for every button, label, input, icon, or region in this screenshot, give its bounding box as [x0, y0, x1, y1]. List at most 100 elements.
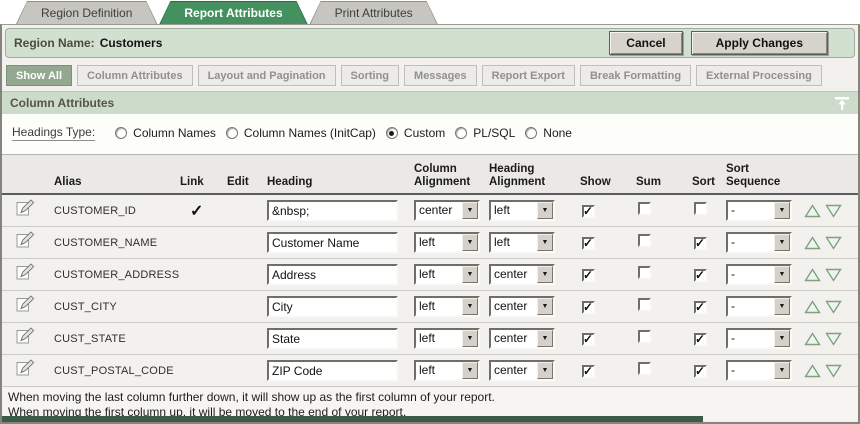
- filter-messages[interactable]: Messages: [404, 65, 477, 86]
- filter-layout-and-pagination[interactable]: Layout and Pagination: [198, 65, 336, 86]
- heading-input[interactable]: [267, 296, 398, 317]
- heading-alignment-select[interactable]: left▼: [489, 232, 555, 253]
- sort-sequence-select[interactable]: -▼: [726, 200, 792, 221]
- move-up-icon[interactable]: [804, 364, 821, 378]
- tab-report-attributes[interactable]: Report Attributes: [159, 1, 307, 24]
- move-up-icon[interactable]: [804, 236, 821, 250]
- alias-label: CUSTOMER_ID: [54, 205, 180, 217]
- show-checkbox[interactable]: [582, 333, 595, 346]
- cancel-button[interactable]: Cancel: [609, 31, 682, 55]
- radio-plsql[interactable]: [455, 127, 467, 139]
- radio-none[interactable]: [525, 127, 537, 139]
- show-checkbox[interactable]: [582, 269, 595, 282]
- heading-input[interactable]: [267, 200, 398, 221]
- table-row: CUST_CITY left▼ center▼ -▼: [2, 291, 858, 323]
- sort-checkbox[interactable]: [694, 237, 707, 250]
- heading-input[interactable]: [267, 328, 398, 349]
- header-sort: Sort: [680, 176, 726, 189]
- filter-external-processing[interactable]: External Processing: [696, 65, 822, 86]
- sort-checkbox[interactable]: [694, 365, 707, 378]
- heading-alignment-select[interactable]: center▼: [489, 360, 555, 381]
- sort-sequence-select[interactable]: -▼: [726, 360, 792, 381]
- radio-column-names[interactable]: [115, 127, 127, 139]
- dropdown-arrow-icon: ▼: [537, 266, 553, 283]
- heading-alignment-select[interactable]: center▼: [489, 264, 555, 285]
- move-up-icon[interactable]: [804, 268, 821, 282]
- sum-checkbox[interactable]: [638, 234, 651, 247]
- sort-sequence-select[interactable]: -▼: [726, 328, 792, 349]
- column-alignment-select[interactable]: left▼: [414, 232, 480, 253]
- sort-sequence-select[interactable]: -▼: [726, 232, 792, 253]
- sort-sequence-select[interactable]: -▼: [726, 264, 792, 285]
- heading-input[interactable]: [267, 264, 398, 285]
- column-alignment-select[interactable]: left▼: [414, 264, 480, 285]
- heading-alignment-select[interactable]: left▼: [489, 200, 555, 221]
- move-down-icon[interactable]: [825, 268, 842, 282]
- scroll-to-top-icon[interactable]: [834, 96, 850, 111]
- dropdown-arrow-icon: ▼: [537, 362, 553, 379]
- sort-checkbox[interactable]: [694, 333, 707, 346]
- filter-show-all[interactable]: Show All: [6, 65, 72, 86]
- header-column-alignment: ColumnAlignment: [414, 163, 489, 189]
- filter-column-attributes[interactable]: Column Attributes: [77, 65, 193, 86]
- move-up-icon[interactable]: [804, 332, 821, 346]
- heading-input[interactable]: [267, 360, 398, 381]
- tab-region-definition[interactable]: Region Definition: [16, 1, 157, 24]
- radio-label: PL/SQL: [473, 126, 515, 140]
- sum-checkbox[interactable]: [638, 362, 651, 375]
- apply-changes-button[interactable]: Apply Changes: [691, 31, 828, 55]
- sum-checkbox[interactable]: [638, 202, 651, 215]
- edit-column-icon[interactable]: [16, 199, 35, 217]
- tab-label: Print Attributes: [311, 2, 437, 24]
- heading-alignment-select[interactable]: center▼: [489, 328, 555, 349]
- dropdown-arrow-icon: ▼: [774, 330, 790, 347]
- move-down-icon[interactable]: [825, 332, 842, 346]
- move-up-icon[interactable]: [804, 204, 821, 218]
- region-name-label: Region Name:: [14, 36, 95, 50]
- radio-label: Custom: [404, 126, 445, 140]
- dropdown-arrow-icon: ▼: [774, 234, 790, 251]
- move-down-icon[interactable]: [825, 236, 842, 250]
- radio-label: Column Names (InitCap): [244, 126, 376, 140]
- dropdown-arrow-icon: ▼: [537, 202, 553, 219]
- link-checkmark-icon: [180, 201, 203, 221]
- sum-checkbox[interactable]: [638, 298, 651, 311]
- move-down-icon[interactable]: [825, 300, 842, 314]
- filter-break-formatting[interactable]: Break Formatting: [580, 65, 691, 86]
- headings-type-label[interactable]: Headings Type:: [12, 125, 95, 141]
- show-checkbox[interactable]: [582, 365, 595, 378]
- column-alignment-select[interactable]: left▼: [414, 360, 480, 381]
- edit-column-icon[interactable]: [16, 359, 35, 377]
- sort-checkbox[interactable]: [694, 202, 707, 215]
- move-up-icon[interactable]: [804, 300, 821, 314]
- sort-checkbox[interactable]: [694, 269, 707, 282]
- sum-checkbox[interactable]: [638, 266, 651, 279]
- page-body: Region Name: Customers Cancel Apply Chan…: [0, 24, 860, 424]
- sort-checkbox[interactable]: [694, 301, 707, 314]
- heading-input[interactable]: [267, 232, 398, 253]
- edit-column-icon[interactable]: [16, 231, 35, 249]
- radio-column-names-initcap[interactable]: [226, 127, 238, 139]
- heading-alignment-select[interactable]: center▼: [489, 296, 555, 317]
- report-attributes-page: Region Definition Report Attributes Prin…: [0, 0, 860, 424]
- move-down-icon[interactable]: [825, 364, 842, 378]
- move-down-icon[interactable]: [825, 204, 842, 218]
- show-checkbox[interactable]: [582, 301, 595, 314]
- dropdown-arrow-icon: ▼: [537, 298, 553, 315]
- edit-column-icon[interactable]: [16, 263, 35, 281]
- radio-custom[interactable]: [386, 127, 398, 139]
- column-alignment-select[interactable]: left▼: [414, 328, 480, 349]
- show-checkbox[interactable]: [582, 237, 595, 250]
- sort-sequence-select[interactable]: -▼: [726, 296, 792, 317]
- edit-column-icon[interactable]: [16, 295, 35, 313]
- filter-sorting[interactable]: Sorting: [341, 65, 400, 86]
- sum-checkbox[interactable]: [638, 330, 651, 343]
- edit-column-icon[interactable]: [16, 327, 35, 345]
- filter-report-export[interactable]: Report Export: [482, 65, 575, 86]
- show-checkbox[interactable]: [582, 205, 595, 218]
- column-alignment-select[interactable]: left▼: [414, 296, 480, 317]
- tab-print-attributes[interactable]: Print Attributes: [310, 1, 438, 24]
- column-alignment-select[interactable]: center▼: [414, 200, 480, 221]
- dropdown-arrow-icon: ▼: [774, 362, 790, 379]
- dropdown-arrow-icon: ▼: [774, 202, 790, 219]
